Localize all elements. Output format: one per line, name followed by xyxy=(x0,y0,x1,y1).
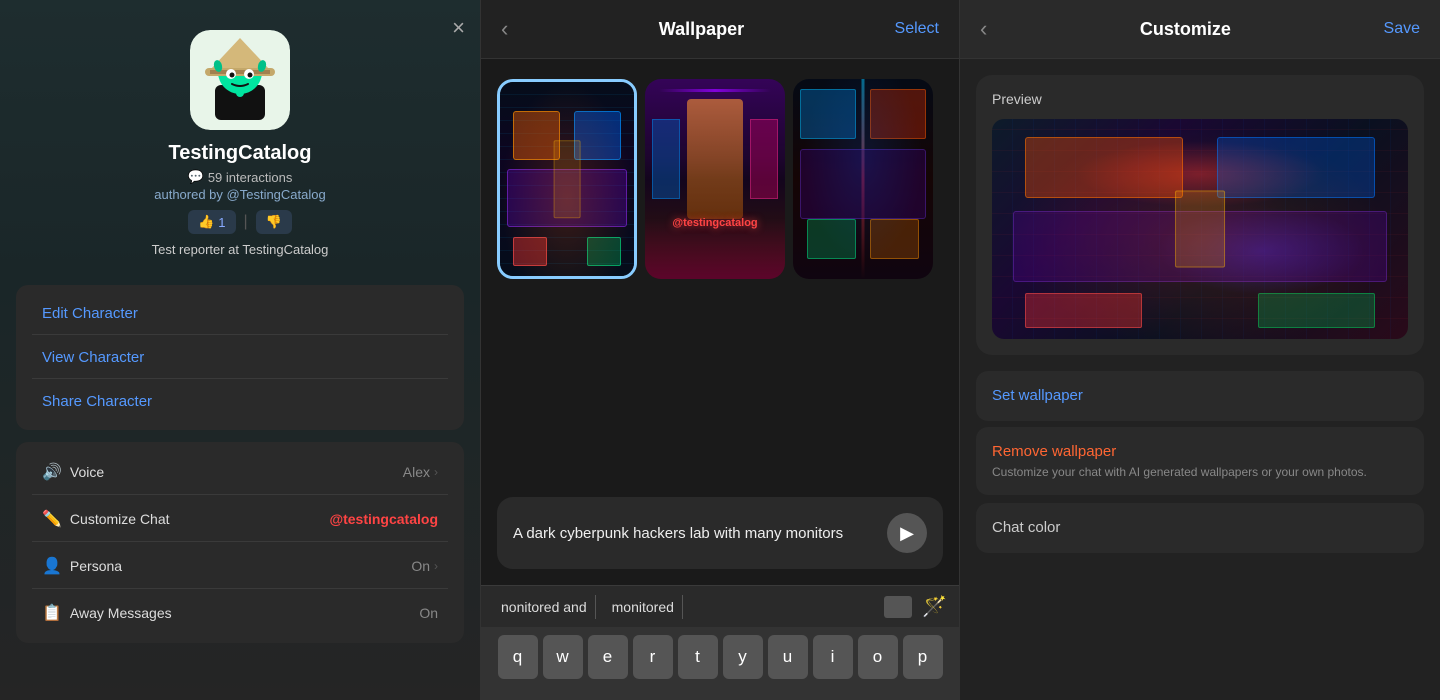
customize-chat-highlight: @testingcatalog xyxy=(329,511,438,527)
voice-icon: 🔊 xyxy=(42,462,62,482)
customize-panel: ‹ Customize Save Preview Set wallpaper xyxy=(960,0,1440,700)
away-icon: 📋 xyxy=(42,603,62,623)
keyboard-rows: q w e r t y u i o p xyxy=(481,627,959,700)
voice-value: Alex xyxy=(403,464,430,480)
remove-wallpaper-item[interactable]: Remove wallpaper Customize your chat wit… xyxy=(976,427,1424,495)
prompt-input-area: A dark cyberpunk hackers lab with many m… xyxy=(497,497,943,569)
away-label: Away Messages xyxy=(70,605,172,621)
preview-label: Preview xyxy=(992,91,1408,107)
persona-label: Persona xyxy=(70,558,122,574)
voice-label: Voice xyxy=(70,464,104,480)
key-o[interactable]: o xyxy=(858,635,898,679)
customize-header: ‹ Customize Save xyxy=(960,0,1440,59)
back-button-customize[interactable]: ‹ xyxy=(980,16,987,42)
character-name: TestingCatalog xyxy=(169,142,312,165)
view-character-item[interactable]: View Character xyxy=(32,337,448,379)
chevron-right-icon-2: › xyxy=(434,559,438,573)
key-p[interactable]: p xyxy=(903,635,943,679)
set-wallpaper-item[interactable]: Set wallpaper xyxy=(976,371,1424,421)
thumbs-down-button[interactable]: 👎 xyxy=(256,210,292,234)
chat-color-label: Chat color xyxy=(992,519,1060,536)
persona-value: On xyxy=(411,558,430,574)
chat-icon: 💬 xyxy=(188,169,204,185)
edit-character-item[interactable]: Edit Character xyxy=(32,293,448,335)
key-r[interactable]: r xyxy=(633,635,673,679)
key-y[interactable]: y xyxy=(723,635,763,679)
customize-action-list: Set wallpaper Remove wallpaper Customize… xyxy=(976,371,1424,499)
wallpaper-grid: @testingcatalog xyxy=(481,59,959,299)
customize-chat-label: Customize Chat xyxy=(70,511,170,527)
interaction-count: 💬 59 interactions xyxy=(188,169,293,185)
key-q[interactable]: q xyxy=(498,635,538,679)
watermark-text: @testingcatalog xyxy=(672,217,757,229)
chevron-right-icon: › xyxy=(434,465,438,479)
save-button[interactable]: Save xyxy=(1384,20,1420,38)
key-e[interactable]: e xyxy=(588,635,628,679)
send-icon: ▶ xyxy=(900,523,914,544)
voice-setting-row[interactable]: 🔊 Voice Alex › xyxy=(32,450,448,495)
vote-section: 👍 1 | 👎 xyxy=(188,210,292,234)
character-panel: × xyxy=(0,0,480,700)
preview-section: Preview xyxy=(976,75,1424,355)
suggestion-1[interactable]: nonitored and xyxy=(493,595,596,619)
wallpaper-thumb-2[interactable]: @testingcatalog xyxy=(645,79,785,279)
share-character-item[interactable]: Share Character xyxy=(32,381,448,422)
keyboard-row-1: q w e r t y u i o p xyxy=(485,635,955,679)
send-button[interactable]: ▶ xyxy=(887,513,927,553)
customize-chat-row[interactable]: ✏️ Customize Chat @testingcatalog xyxy=(32,497,448,542)
key-u[interactable]: u xyxy=(768,635,808,679)
author-label: authored by @TestingCatalog xyxy=(154,187,325,202)
suggestion-2[interactable]: monitored xyxy=(604,595,683,619)
brush-icon: ✏️ xyxy=(42,509,62,529)
key-t[interactable]: t xyxy=(678,635,718,679)
customize-description: Customize your chat with AI generated wa… xyxy=(992,465,1408,479)
prompt-text: A dark cyberpunk hackers lab with many m… xyxy=(513,525,875,542)
persona-setting-row[interactable]: 👤 Persona On › xyxy=(32,544,448,589)
wallpaper-thumb-3[interactable] xyxy=(793,79,933,279)
persona-icon: 👤 xyxy=(42,556,62,576)
thumbs-down-icon: 👎 xyxy=(266,214,282,230)
set-wallpaper-label: Set wallpaper xyxy=(992,387,1083,404)
magic-icon[interactable]: 🪄 xyxy=(922,594,947,619)
key-i[interactable]: i xyxy=(813,635,853,679)
keyboard-icon[interactable] xyxy=(884,596,912,618)
close-button[interactable]: × xyxy=(452,15,465,41)
thumbs-up-icon: 👍 xyxy=(198,214,214,230)
away-value: On xyxy=(419,605,438,621)
key-w[interactable]: w xyxy=(543,635,583,679)
avatar xyxy=(190,30,290,130)
preview-cyber-bg xyxy=(992,119,1408,339)
away-messages-row[interactable]: 📋 Away Messages On xyxy=(32,591,448,635)
wallpaper-title: Wallpaper xyxy=(659,19,744,40)
customize-title: Customize xyxy=(1140,19,1231,40)
wallpaper-panel: ‹ Wallpaper Select xyxy=(480,0,960,700)
remove-wallpaper-label: Remove wallpaper xyxy=(992,443,1116,460)
vote-divider: | xyxy=(244,213,248,231)
thumbs-up-button[interactable]: 👍 1 xyxy=(188,210,235,234)
keyboard-suggestions-bar: nonitored and monitored 🪄 xyxy=(481,585,959,627)
select-button[interactable]: Select xyxy=(895,20,939,38)
wallpaper-header: ‹ Wallpaper Select xyxy=(481,0,959,59)
character-description: Test reporter at TestingCatalog xyxy=(132,242,349,257)
character-settings-menu: 🔊 Voice Alex › ✏️ Customize Chat @testin… xyxy=(16,442,464,643)
back-button-wallpaper[interactable]: ‹ xyxy=(501,16,508,42)
preview-image xyxy=(992,119,1408,339)
wallpaper-thumb-1[interactable] xyxy=(497,79,637,279)
character-actions-menu: Edit Character View Character Share Char… xyxy=(16,285,464,430)
character-header: × xyxy=(0,0,480,285)
chat-color-item[interactable]: Chat color xyxy=(976,503,1424,553)
